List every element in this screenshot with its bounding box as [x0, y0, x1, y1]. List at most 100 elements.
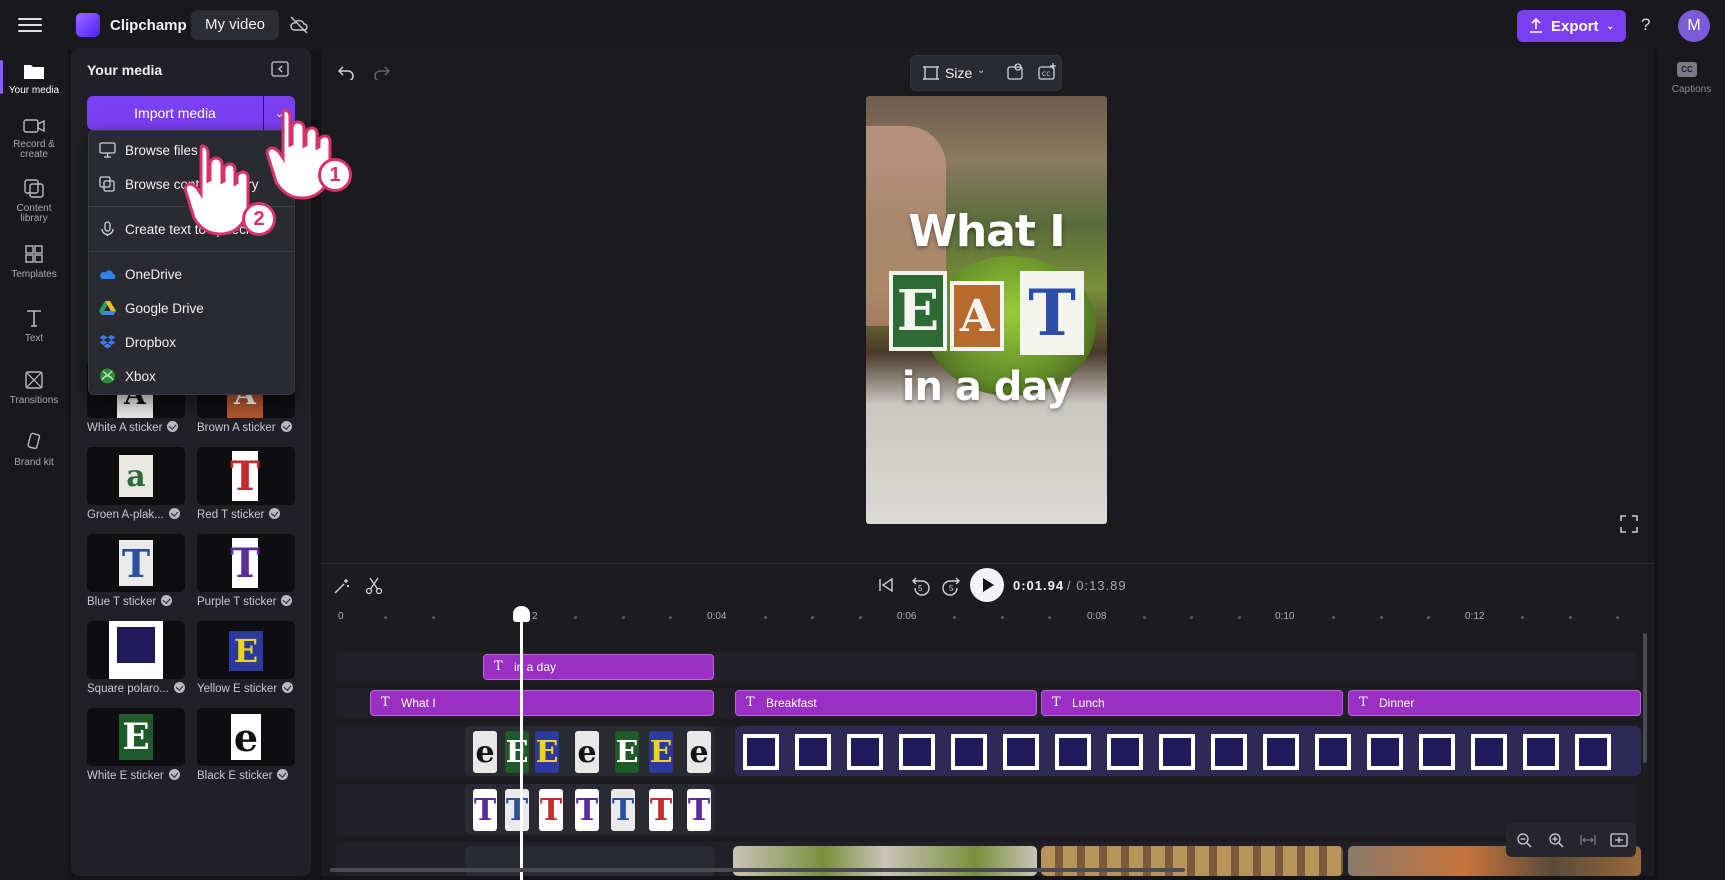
text-clip[interactable]: T Lunch: [1041, 690, 1343, 716]
sticker-clip: T: [473, 789, 497, 831]
sticker-label-text: Groen A-plak...: [87, 509, 164, 521]
menu-item-dropbox[interactable]: Dropbox: [89, 327, 294, 357]
redo-icon[interactable]: [373, 62, 391, 80]
sticker-label: Square polaro...: [87, 682, 185, 695]
polaroid-frame: [1055, 734, 1091, 770]
templates-icon: [25, 245, 43, 263]
cc-icon[interactable]: CC: [1677, 62, 1697, 77]
ruler-tick: [1521, 616, 1524, 619]
check-icon: [173, 682, 185, 693]
sticker-tile[interactable]: T: [197, 534, 295, 592]
timeline-scrollbar[interactable]: [330, 868, 1185, 872]
rail-brand-kit[interactable]: Brand kit: [0, 432, 68, 468]
avatar[interactable]: M: [1678, 10, 1710, 42]
scissors-icon[interactable]: [365, 577, 383, 595]
video-preview[interactable]: What I E A T in a day: [866, 96, 1107, 524]
timeline-layout-icon[interactable]: [1610, 832, 1628, 848]
text-clip-icon: T: [1359, 695, 1368, 710]
fit-timeline-icon[interactable]: [1580, 832, 1596, 848]
rail-transitions[interactable]: Transitions: [0, 370, 68, 406]
video-camera-icon: [23, 119, 45, 133]
rail-label: Transitions: [9, 395, 59, 406]
sticker-clip: E: [535, 731, 559, 773]
sticker-label-text: Red T sticker: [197, 509, 265, 521]
ruler-tick: [384, 616, 387, 619]
library-icon: [24, 179, 44, 198]
undo-icon[interactable]: [337, 62, 355, 80]
captions-label[interactable]: Captions: [1658, 84, 1725, 95]
sticker-label: White E sticker: [87, 769, 180, 782]
hamburger-menu-icon[interactable]: [18, 14, 42, 36]
export-button[interactable]: Export ⌄: [1517, 10, 1626, 42]
sticker-tile[interactable]: T: [87, 534, 185, 592]
timeline-vertical-scrollbar[interactable]: [1643, 633, 1647, 763]
menu-item-onedrive[interactable]: OneDrive: [89, 259, 294, 289]
forward-5-button[interactable]: 5: [940, 574, 962, 596]
total-time: / 0:13.89: [1067, 578, 1127, 593]
crop-icon[interactable]: [922, 64, 940, 82]
playhead[interactable]: [520, 611, 523, 880]
rail-your-media[interactable]: Your media: [0, 62, 68, 96]
text-clip[interactable]: T What I: [370, 690, 714, 716]
sticker-clip-group[interactable]: e E E e E E e: [465, 726, 715, 776]
menu-item-xbox[interactable]: Xbox: [89, 361, 294, 391]
ruler-tick: [1427, 616, 1430, 619]
step-badge-2: 2: [242, 202, 276, 236]
svg-text:CC: CC: [1042, 71, 1050, 78]
upload-icon: [1529, 18, 1542, 33]
play-button[interactable]: [970, 568, 1004, 602]
rail-content-library[interactable]: Content library: [0, 178, 68, 224]
text-clip-label: What I: [401, 696, 436, 710]
text-clip[interactable]: T Dinner: [1348, 690, 1641, 716]
sticker-tile[interactable]: a: [87, 447, 185, 505]
sticker-tile[interactable]: E: [87, 708, 185, 766]
text-clip[interactable]: Tin a day: [483, 654, 714, 680]
overlay-letter-a: A: [950, 281, 1004, 351]
step-badge-1: 1: [318, 158, 352, 192]
fullscreen-icon[interactable]: [1620, 515, 1638, 533]
sticker-tile[interactable]: e: [197, 708, 295, 766]
polaroid-frame: [1575, 734, 1611, 770]
ruler-tick: [859, 616, 862, 619]
rail-text[interactable]: Text: [0, 308, 68, 344]
sticker-tile[interactable]: T: [197, 447, 295, 505]
ruler-label: 0:08: [1087, 611, 1107, 622]
sticker-clip: e: [687, 731, 711, 773]
text-icon: [27, 310, 41, 327]
ruler-label: 0: [338, 611, 344, 622]
sticker-label: Blue T sticker: [87, 595, 173, 608]
collapse-panel-icon[interactable]: [271, 61, 289, 77]
zoom-out-icon[interactable]: [1516, 832, 1532, 848]
pointer-hand-icon: 1: [262, 104, 352, 205]
help-icon[interactable]: ?: [1641, 15, 1650, 35]
background-color-icon[interactable]: [1005, 62, 1025, 82]
import-media-button[interactable]: Import media: [87, 96, 263, 130]
text-clip[interactable]: T Breakfast: [735, 690, 1037, 716]
menu-item-google-drive[interactable]: Google Drive: [89, 293, 294, 323]
cloud-off-icon[interactable]: [289, 16, 309, 34]
sticker-clip: T: [539, 789, 563, 831]
rewind-5-button[interactable]: 5: [910, 574, 932, 596]
polaroid-frame: [1107, 734, 1143, 770]
sticker-clip-group[interactable]: T T T T T T T: [465, 784, 715, 834]
zoom-in-icon[interactable]: [1548, 832, 1564, 848]
skip-to-start-icon[interactable]: [878, 577, 894, 593]
captions-add-icon[interactable]: CC: [1037, 62, 1057, 82]
polaroid-clip[interactable]: [735, 726, 1641, 776]
project-name-field[interactable]: My video: [191, 10, 280, 40]
polaroid-frame: [1159, 734, 1195, 770]
sticker-glyph: E: [229, 631, 263, 671]
magic-icon[interactable]: [333, 577, 351, 595]
rail-record-create[interactable]: Record & create: [0, 118, 68, 160]
ruler-label: 0:10: [1275, 611, 1295, 622]
sticker-tile[interactable]: E: [197, 621, 295, 679]
rail-templates[interactable]: Templates: [0, 244, 68, 280]
sticker-tile[interactable]: [87, 621, 185, 679]
polaroid-frame: [1523, 734, 1559, 770]
rewind-seconds: 5: [918, 584, 923, 593]
ruler-tick: [622, 616, 625, 619]
playhead-handle[interactable]: [513, 606, 530, 622]
sticker-label-text: Square polaro...: [87, 683, 169, 695]
sticker-clip: T: [575, 789, 599, 831]
size-dropdown[interactable]: Size: [945, 65, 972, 81]
